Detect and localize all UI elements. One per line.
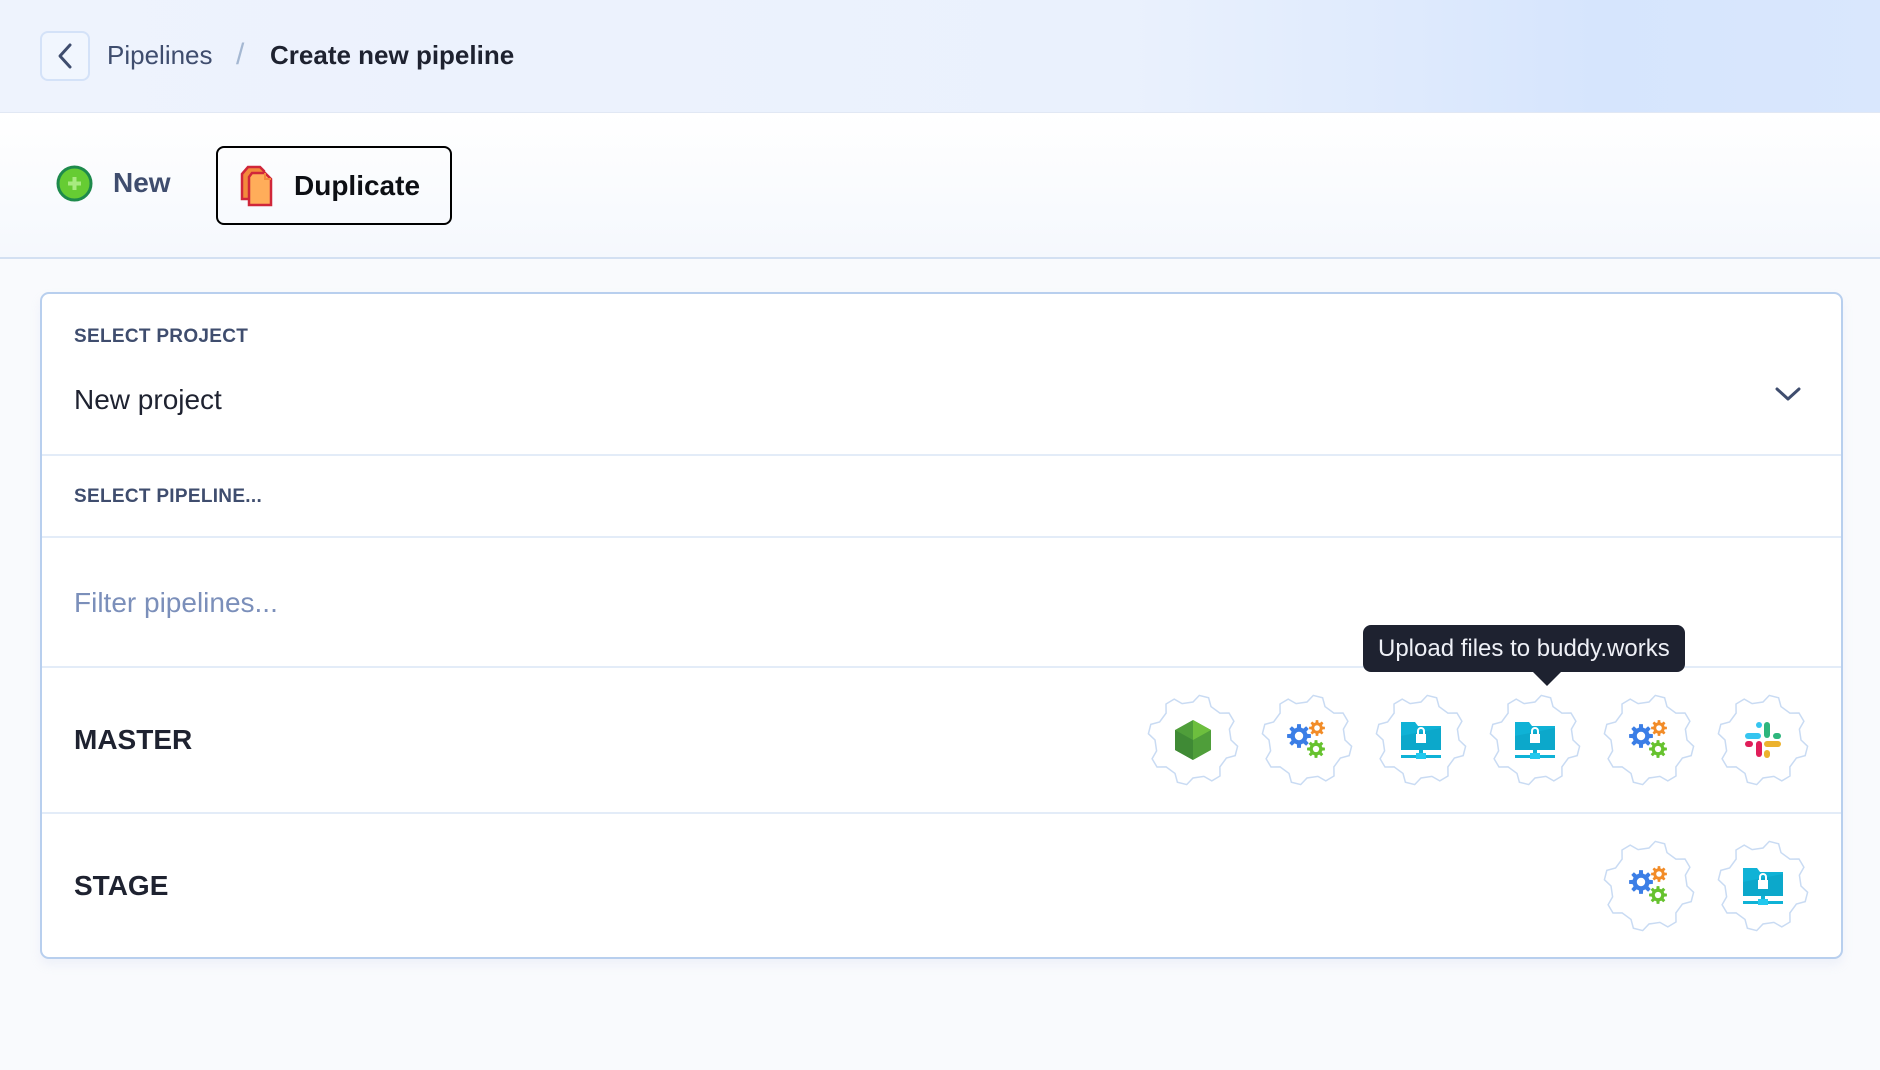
page-title: Create new pipeline: [270, 40, 515, 70]
pipeline-action[interactable]: [1601, 838, 1697, 934]
breadcrumb-pipelines-link[interactable]: Pipelines: [107, 40, 213, 71]
gears-icon: [1627, 864, 1671, 908]
nodejs-icon: [1171, 718, 1215, 762]
action-tooltip: Upload files to buddy.works: [1363, 625, 1685, 686]
project-select[interactable]: SELECT PROJECT New project: [42, 294, 1841, 456]
mode-toolbar: New Duplicate: [0, 113, 1880, 259]
breadcrumb-separator: /: [236, 38, 245, 71]
duplicate-button[interactable]: Duplicate: [216, 146, 452, 225]
pipeline-action[interactable]: [1145, 692, 1241, 788]
pipeline-row-stage[interactable]: STAGE: [42, 814, 1841, 957]
project-select-label: SELECT PROJECT: [74, 326, 249, 347]
pipeline-select-label: SELECT PIPELINE...: [74, 486, 263, 507]
pipeline-name: MASTER: [74, 724, 193, 755]
pipeline-action[interactable]: [1259, 692, 1355, 788]
page-header: Pipelines / Create new pipeline: [0, 0, 1880, 113]
back-button[interactable]: [40, 31, 90, 81]
duplicate-button-label: Duplicate: [294, 169, 421, 201]
pipeline-actions: [1145, 692, 1811, 788]
slack-icon: [1741, 718, 1785, 762]
project-select-value: New project: [74, 384, 222, 415]
gears-icon: [1285, 718, 1329, 762]
chevron-left-icon: [58, 43, 72, 69]
pipeline-action[interactable]: [1715, 838, 1811, 934]
pipeline-action[interactable]: [1373, 692, 1469, 788]
new-button-label: New: [113, 167, 171, 198]
sftp-folder-icon: [1513, 718, 1557, 762]
pipeline-row-master[interactable]: MASTER: [42, 668, 1841, 814]
sftp-folder-icon: [1399, 718, 1443, 762]
pipeline-action[interactable]: [1601, 692, 1697, 788]
pipeline-action[interactable]: [1715, 692, 1811, 788]
plus-circle-icon: [56, 165, 93, 201]
pipeline-name: STAGE: [74, 870, 169, 901]
pipeline-select-header: SELECT PIPELINE...: [42, 456, 1841, 538]
sftp-folder-icon: [1741, 864, 1785, 908]
filter-pipelines-input[interactable]: [74, 578, 1774, 628]
chevron-down-icon: [1775, 387, 1801, 401]
copy-document-icon: [240, 165, 273, 206]
new-button[interactable]: New: [56, 153, 171, 213]
pipeline-actions: [1601, 838, 1811, 934]
gears-icon: [1627, 718, 1671, 762]
pipeline-action[interactable]: [1487, 692, 1583, 788]
